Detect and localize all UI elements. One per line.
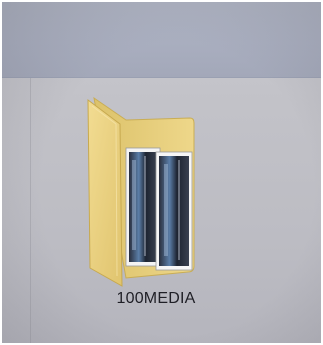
folder-name-label: 100MEDIA — [116, 290, 196, 307]
explorer-view: 100MEDIA — [2, 2, 321, 343]
folder-100media[interactable]: 100MEDIA — [76, 90, 236, 315]
column-divider — [30, 78, 31, 343]
window-frame: 100MEDIA — [0, 0, 323, 345]
toolbar — [2, 2, 321, 78]
folder-with-photos-icon — [87, 96, 195, 287]
